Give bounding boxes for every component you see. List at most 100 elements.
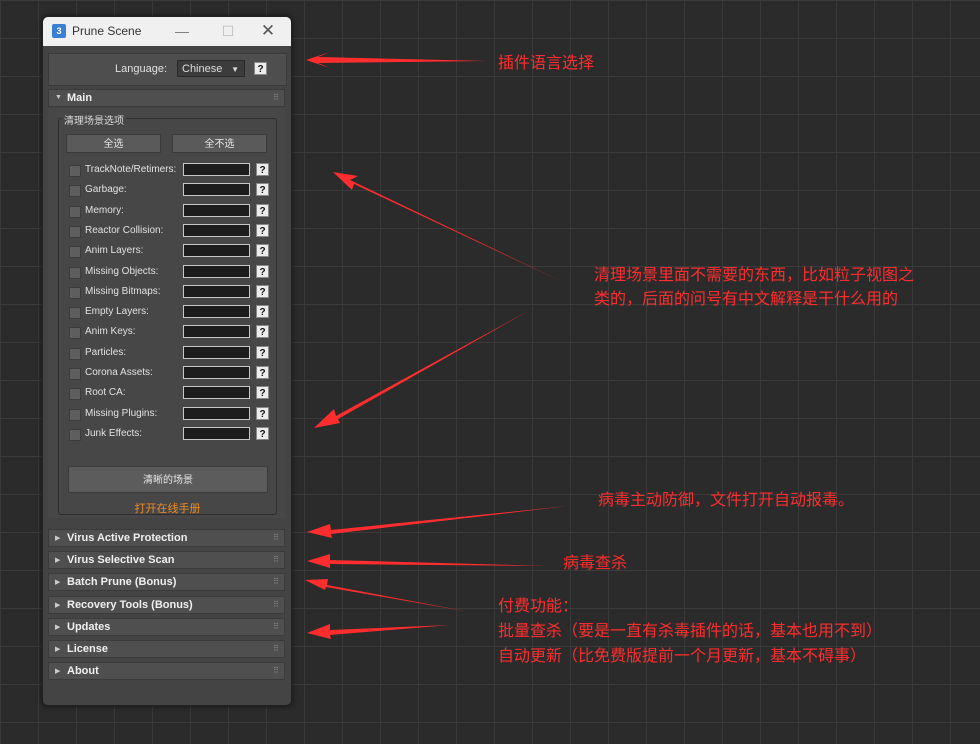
option-checkbox[interactable] (69, 165, 81, 177)
option-count-field (183, 325, 250, 339)
option-count-field (183, 284, 250, 298)
dropdown-arrow-icon: ▼ (231, 65, 239, 74)
language-value: Chinese (182, 63, 223, 75)
option-count-field (183, 406, 250, 420)
option-row: Empty Layers:? (69, 304, 269, 320)
option-row: Corona Assets:? (69, 365, 269, 381)
option-row: TrackNote/Retimers:? (69, 162, 269, 178)
option-help-button[interactable]: ? (256, 183, 269, 197)
option-checkbox[interactable] (69, 246, 81, 259)
arrow-virus-protect (307, 506, 568, 538)
option-help-button[interactable]: ? (256, 284, 269, 298)
option-row: Garbage:? (69, 182, 269, 198)
rollout-header[interactable]: ▶ Updates ⠿ (48, 617, 285, 636)
option-label: Missing Plugins: (85, 407, 158, 419)
option-count-field (183, 264, 250, 278)
option-row: Particles:? (69, 345, 269, 361)
clear-scene-button[interactable]: 清晰的场景 (68, 466, 268, 493)
option-checkbox[interactable] (69, 368, 81, 380)
annotation-paid-1: 付费功能： (498, 598, 579, 615)
grip-icon: ⠿ (273, 533, 279, 542)
rollout-title: License (67, 643, 108, 655)
arrow-main-top (333, 172, 565, 283)
option-checkbox[interactable] (69, 408, 81, 421)
option-checkbox[interactable] (69, 307, 81, 320)
title-bar: 3 Prune Scene — ☐ ✕ (43, 17, 291, 46)
rollout-header[interactable]: ▶ Recovery Tools (Bonus) ⠿ (48, 595, 285, 614)
grip-icon: ⠿ (273, 644, 279, 653)
option-help-button[interactable]: ? (256, 163, 269, 176)
option-help-button[interactable]: ? (256, 223, 269, 237)
option-label: Missing Objects: (85, 265, 159, 277)
minimize-button[interactable]: — (171, 20, 193, 42)
option-help-button[interactable]: ? (256, 426, 269, 440)
arrow-main-bottom (314, 310, 530, 428)
option-checkbox[interactable] (69, 266, 81, 279)
language-help-button[interactable]: ? (254, 62, 267, 75)
collapsed-triangle-icon: ▶ (55, 601, 61, 609)
annotation-language: 插件语言选择 (498, 55, 595, 72)
option-help-button[interactable]: ? (256, 244, 269, 258)
rollout-title: Virus Active Protection (67, 532, 188, 544)
rollout-main-title: Main (67, 92, 93, 104)
option-row: Anim Layers:? (69, 243, 269, 259)
app-icon: 3 (52, 24, 66, 38)
option-count-field (183, 386, 250, 400)
rollout-header[interactable]: ▶ Virus Selective Scan ⠿ (48, 551, 285, 570)
option-checkbox[interactable] (69, 347, 81, 360)
rollout-header[interactable]: ▶ Batch Prune (Bonus) ⠿ (48, 573, 285, 592)
language-select[interactable]: Chinese ▼ (177, 60, 245, 77)
arrow-updates (307, 624, 450, 639)
rollout-title: Virus Selective Scan (67, 554, 175, 567)
option-help-button[interactable]: ? (256, 203, 269, 217)
option-help-button[interactable]: ? (256, 406, 269, 420)
language-row: Language: Chinese ▼ ? (48, 53, 287, 86)
option-help-button[interactable]: ? (256, 386, 269, 400)
grip-icon: ⠿ (273, 555, 279, 565)
rollout-header[interactable]: ▶ License ⠿ (48, 640, 285, 658)
option-checkbox[interactable] (69, 428, 81, 441)
rollout-header[interactable]: ▶ Virus Active Protection ⠿ (48, 529, 285, 547)
option-checkbox[interactable] (69, 327, 81, 340)
option-row: Memory:? (69, 203, 269, 219)
option-checkbox[interactable] (69, 205, 81, 218)
option-checkbox[interactable] (69, 286, 81, 299)
option-count-field (183, 366, 250, 379)
option-label: TrackNote/Retimers: (85, 164, 177, 175)
option-count-field (183, 203, 250, 217)
grip-icon: ⠿ (273, 666, 279, 676)
rollout-main-header[interactable]: ▼ Main ⠿ (48, 89, 285, 107)
option-checkbox[interactable] (69, 388, 81, 401)
window-title: Prune Scene (72, 24, 142, 38)
option-checkbox[interactable] (69, 225, 81, 238)
option-row: Anim Keys:? (69, 324, 269, 340)
grip-icon: ⠿ (273, 599, 279, 609)
online-manual-link[interactable]: 打开在线手册 (59, 500, 276, 516)
option-checkbox[interactable] (69, 185, 81, 198)
collapsed-triangle-icon: ▶ (55, 646, 61, 653)
option-help-button[interactable]: ? (256, 366, 269, 379)
option-count-field (183, 163, 250, 176)
select-none-button[interactable]: 全不选 (172, 134, 267, 153)
option-help-button[interactable]: ? (256, 264, 269, 278)
maximize-button[interactable]: ☐ (217, 20, 239, 42)
option-label: Anim Layers: (85, 245, 144, 257)
option-count-field (183, 426, 250, 440)
option-label: Corona Assets: (85, 367, 153, 378)
clean-options-group: 清理场景选项 全选 全不选 TrackNote/Retimers:? Garbag… (58, 112, 277, 516)
annotation-virus-scan: 病毒查杀 (563, 555, 628, 572)
option-help-button[interactable]: ? (256, 325, 269, 339)
option-count-field (183, 244, 250, 258)
option-row: Missing Plugins:? (69, 406, 269, 422)
option-help-button[interactable]: ? (256, 345, 269, 359)
select-all-button[interactable]: 全选 (66, 134, 161, 153)
option-label: Memory: (85, 204, 124, 216)
option-label: Reactor Collision: (85, 224, 164, 236)
close-button[interactable]: ✕ (257, 20, 279, 42)
option-help-button[interactable]: ? (256, 305, 269, 319)
rollout-header[interactable]: ▶ About ⠿ (48, 662, 285, 681)
arrow-batch (305, 579, 470, 612)
rollout-title: About (67, 665, 99, 678)
prune-scene-window: 3 Prune Scene — ☐ ✕ Language: Chinese ▼ … (42, 16, 292, 706)
option-label: Empty Layers: (85, 306, 149, 318)
